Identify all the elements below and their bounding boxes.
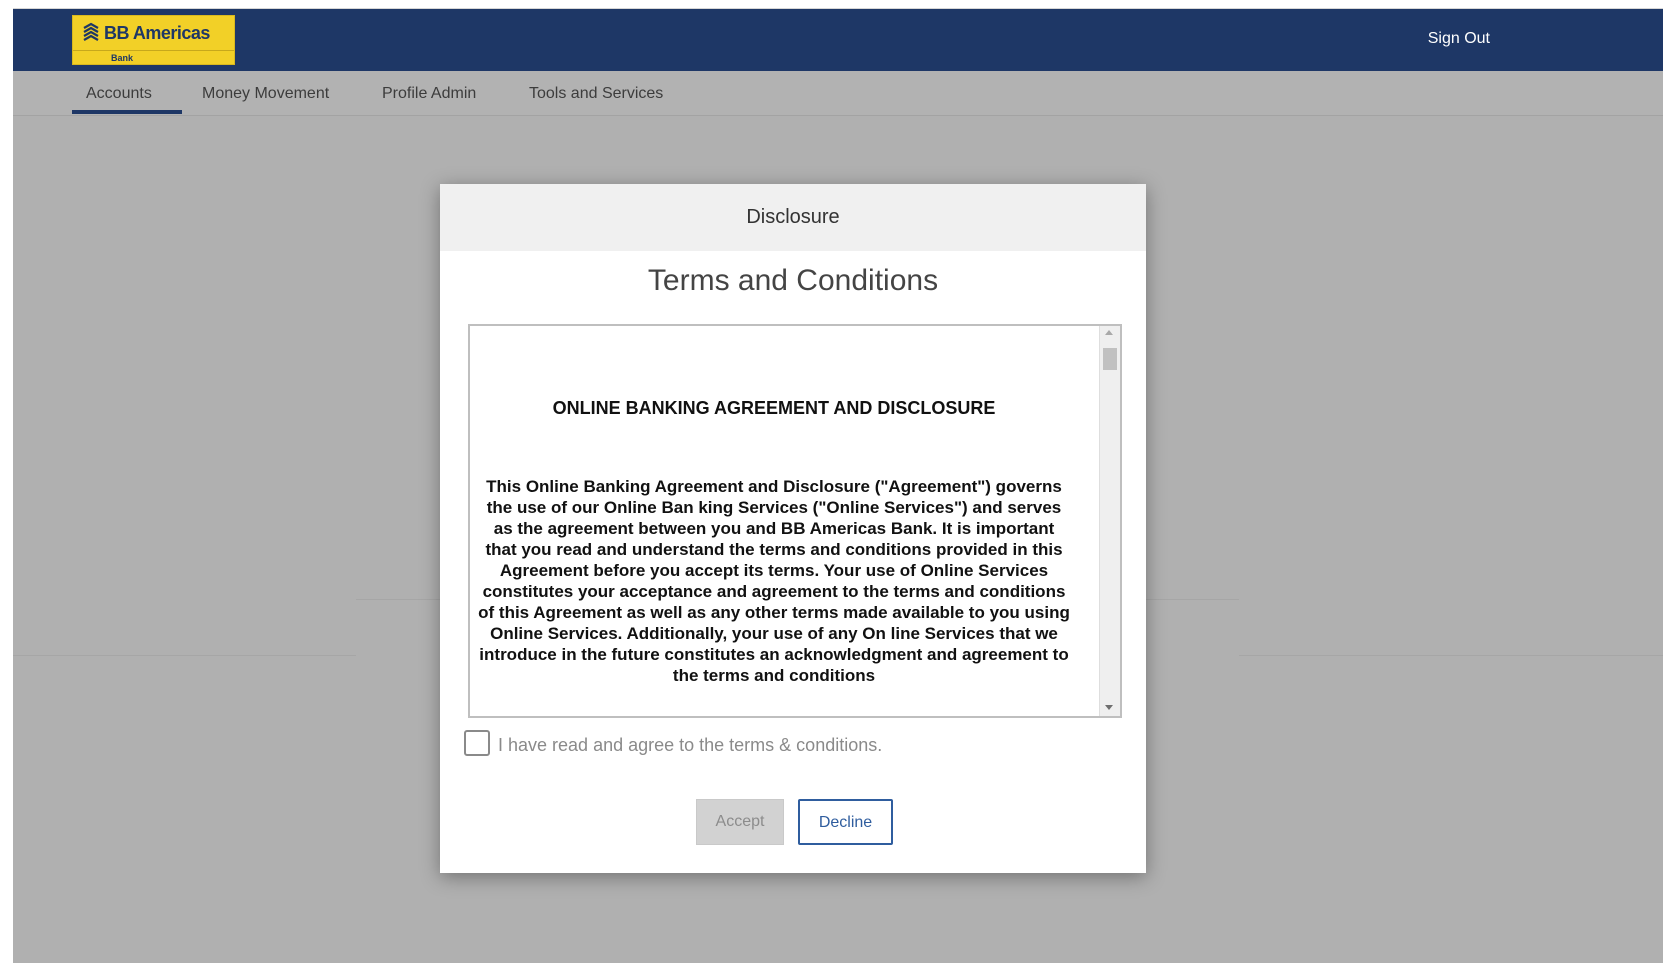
browser-window: BB Americas Bank Sign Out Accounts Money…: [13, 8, 1663, 963]
scroll-down-arrow-icon[interactable]: [1105, 705, 1113, 710]
nav-tab-tools-and-services[interactable]: Tools and Services: [529, 85, 663, 103]
modal-header-title: Disclosure: [746, 206, 840, 228]
agree-terms-label[interactable]: I have read and agree to the terms & con…: [498, 735, 882, 756]
active-tab-indicator: [72, 110, 182, 114]
nav-tab-profile-admin[interactable]: Profile Admin: [382, 85, 476, 103]
bb-logo-icon: [83, 22, 99, 41]
background-divider-left: [13, 655, 356, 656]
logo-wordmark: BB Americas: [81, 22, 210, 44]
disclosure-modal: Disclosure Terms and Conditions ONLINE B…: [440, 184, 1146, 873]
document-scrollbar[interactable]: [1099, 326, 1120, 716]
bank-logo[interactable]: BB Americas Bank: [72, 15, 235, 65]
agreement-body-text: This Online Banking Agreement and Disclo…: [478, 477, 1070, 685]
modal-header: Disclosure: [440, 184, 1146, 251]
background-divider-right: [1239, 655, 1663, 656]
terms-document-box[interactable]: ONLINE BANKING AGREEMENT AND DISCLOSURE …: [468, 324, 1122, 718]
decline-button[interactable]: Decline: [798, 799, 893, 845]
agree-terms-checkbox[interactable]: [464, 730, 490, 756]
nav-tab-money-movement[interactable]: Money Movement: [202, 85, 329, 103]
logo-band: [73, 50, 234, 64]
scroll-up-arrow-icon[interactable]: [1105, 330, 1113, 335]
terms-title: Terms and Conditions: [647, 264, 939, 297]
logo-subtitle: Bank: [111, 53, 134, 63]
sign-out-link[interactable]: Sign Out: [1428, 30, 1490, 48]
top-header: BB Americas Bank Sign Out: [13, 9, 1663, 71]
scroll-thumb[interactable]: [1103, 348, 1117, 370]
accept-button[interactable]: Accept: [696, 799, 784, 845]
agreement-heading: ONLINE BANKING AGREEMENT AND DISCLOSURE: [552, 398, 996, 418]
nav-tab-accounts[interactable]: Accounts: [86, 85, 152, 103]
terms-document-content: ONLINE BANKING AGREEMENT AND DISCLOSURE …: [478, 326, 1070, 716]
main-nav: Accounts Money Movement Profile Admin To…: [13, 71, 1663, 116]
logo-name: BB Americas: [104, 23, 210, 43]
